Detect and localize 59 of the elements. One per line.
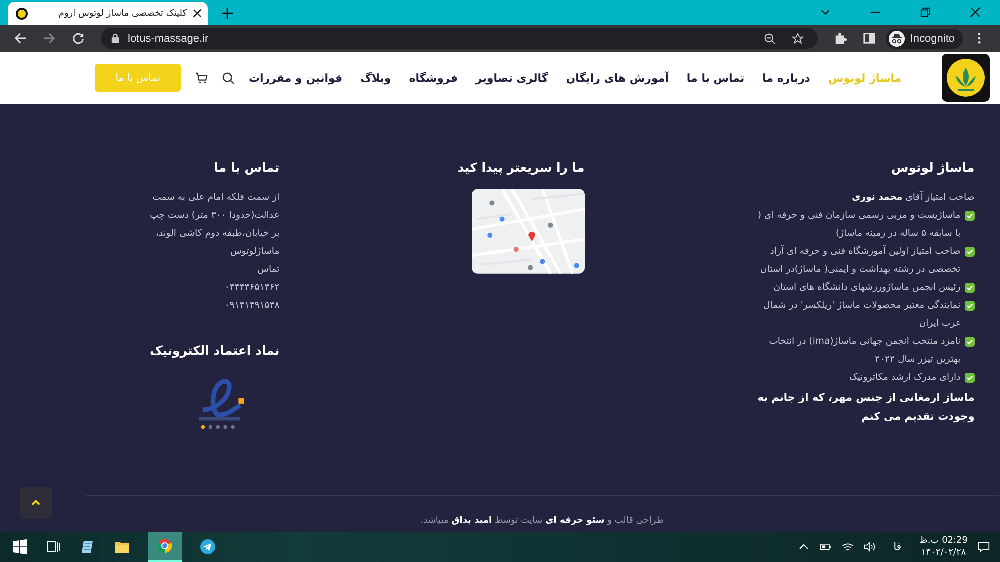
nav-link[interactable]: وبلاگ — [360, 72, 392, 84]
contact-text: ۰۹۱۴۱۴۹۱۵۳۸ — [224, 299, 280, 313]
clock[interactable]: 02:29 ب.ظ ۱۴۰۲/۰۲/۲۸ — [920, 535, 968, 559]
lotus-favicon-icon — [16, 8, 28, 20]
section-title: تماس با ما — [213, 160, 280, 175]
close-icon[interactable] — [970, 7, 981, 18]
browser-tab[interactable]: کلینک تخصصی ماساژ لوتوس اروم — [8, 2, 208, 25]
notification-icon[interactable] — [978, 541, 990, 553]
tab-title: کلینک تخصصی ماساژ لوتوس اروم — [58, 8, 187, 18]
check-icon — [964, 283, 975, 293]
check-icon — [964, 301, 975, 311]
incognito-profile-button[interactable]: Incognito — [886, 28, 963, 48]
lotus-logo-drawing[interactable] — [942, 54, 990, 102]
browser-taskbar-button[interactable] — [148, 532, 182, 562]
owner-text: صاحب امتیاز آقای محمد نوری — [851, 190, 975, 205]
address-field[interactable]: lotus-massage.ir — [101, 28, 818, 49]
scroll-to-top-button[interactable] — [20, 487, 52, 519]
credential-text: نامزد منتخب انجمن جهانی ماساژ(ima) در انتخاب بهترین تیزر سال ۲۰۲۲ — [768, 335, 961, 367]
task-view-icon[interactable] — [46, 539, 62, 555]
new-tab-icon[interactable] — [222, 8, 233, 19]
check-icon — [964, 211, 975, 221]
nav-link[interactable]: فروشگاه — [409, 72, 458, 84]
nav-link[interactable]: تماس با ما — [686, 72, 745, 84]
contact-text: تماس — [256, 263, 280, 277]
credential-text: صاحب امتیاز اولین آموزشگاه فنی و حرفه ای آزاد تخصصی در رشته بهداشت و ایمنی( ماساژ)در استان — [759, 244, 961, 277]
check-icon — [964, 337, 975, 347]
slogan-text: ماساژ ارمغانی از جنس مهر، که از جانم به وجودت تقدیم می کنم — [756, 391, 975, 425]
wifi-icon[interactable] — [842, 541, 854, 553]
close-icon[interactable] — [193, 9, 202, 18]
cart-icon[interactable] — [195, 72, 208, 84]
restore-icon[interactable] — [920, 7, 931, 18]
nav-link[interactable]: قوانین و مقررات — [249, 72, 343, 84]
notepad-icon[interactable] — [80, 539, 96, 555]
map-drawing[interactable] — [472, 189, 585, 274]
section-title: نماد اعتماد الکترونیک — [148, 343, 280, 358]
contact-text: ۰۴۴۳۳۶۵۱۳۶۲ — [224, 281, 280, 295]
browser-icon — [157, 538, 173, 554]
section-title: ما را سریعتر پیدا کید — [456, 160, 585, 175]
windows-start-icon[interactable] — [12, 539, 28, 555]
address-text: از سمت فلکه امام علی به سمت عدالت(حدودا ۳۰۰ متر) دست چپ بر خیابان،طبقه دوم کاشی الوند، ماساژلوتوس — [149, 191, 280, 259]
language-indicator[interactable]: فا — [894, 542, 902, 552]
credential-text: نمایندگی معتبر محصولات ماساژ 'ریلکسر' در شمال غرب ایران — [762, 298, 961, 331]
check-icon — [964, 247, 975, 257]
credential-text: رئیس انجمن ماساژورزشهای دانشگاه های استان — [774, 280, 961, 295]
nav-link[interactable]: آموزش های رایگان — [566, 72, 669, 84]
check-icon — [964, 373, 975, 383]
volume-icon[interactable] — [864, 541, 876, 553]
lock-icon[interactable] — [111, 33, 120, 44]
search-icon[interactable] — [222, 72, 235, 84]
credential-text: دارای مدرک ارشد مکاترونیک — [850, 371, 961, 385]
credit-text: طراحی قالب و سئو حرفه ای سایت توسط امید بداق میباشد. — [420, 516, 665, 526]
telegram-icon[interactable] — [200, 539, 216, 555]
incognito-icon — [889, 30, 906, 46]
battery-icon[interactable] — [820, 541, 832, 553]
folder-icon[interactable] — [114, 539, 130, 555]
credential-text: ماساژیست و مربی رسمی سازمان فنی و حرفه ای ( با سابقه ۵ ساله در زمینه ماساژ) — [756, 209, 961, 241]
nav-link[interactable]: گالری تصاویر — [476, 72, 548, 84]
section-title: ماساژ لوتوس — [890, 160, 975, 175]
nav-link[interactable]: درباره ما — [762, 72, 810, 84]
